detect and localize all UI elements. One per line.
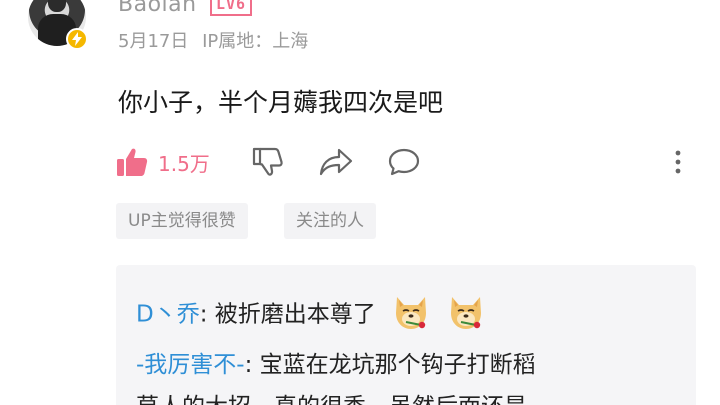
doge-rose-emoji-icon bbox=[446, 293, 486, 337]
reply-item: 草人的大招，真的很秀，虽然后面还是 bbox=[136, 387, 527, 405]
comment-meta: 5月17日 IP属地：上海 bbox=[118, 27, 308, 53]
reply-text: 草人的大招，真的很秀，虽然后面还是 bbox=[136, 394, 527, 405]
reply-separator: : bbox=[244, 352, 260, 378]
share-icon bbox=[319, 148, 353, 176]
avatar-head bbox=[48, 0, 66, 12]
action-bar: 1.5万 bbox=[116, 145, 696, 179]
doge-rose-emoji-icon bbox=[391, 293, 431, 337]
dislike-button[interactable] bbox=[252, 145, 284, 179]
reply-author[interactable]: -我厉害不- bbox=[136, 352, 245, 378]
tag-up-liked: UP主觉得很赞 bbox=[116, 203, 248, 239]
level-badge: LV6 bbox=[210, 0, 253, 16]
reply-button[interactable] bbox=[387, 145, 421, 179]
share-button[interactable] bbox=[319, 145, 353, 179]
username[interactable]: Baolan bbox=[118, 0, 197, 17]
reply-text: 被折磨出本尊了 bbox=[214, 301, 376, 328]
thumbs-up-icon bbox=[117, 148, 148, 176]
reply-item[interactable]: D丶乔: 被折磨出本尊了 bbox=[136, 293, 486, 337]
vertical-dots-icon bbox=[675, 150, 681, 174]
thumbs-down-icon bbox=[252, 147, 283, 176]
comment-text: 你小子，半个月薅我四次是吧 bbox=[118, 88, 444, 117]
lightning-badge-icon bbox=[66, 28, 88, 50]
ip-location: IP属地：上海 bbox=[202, 31, 309, 52]
comment-screen: Baolan LV6 5月17日 IP属地：上海 你小子，半个月薅我四次是吧 1… bbox=[0, 0, 720, 405]
reply-text: 宝蓝在龙坑那个钩子打断稻 bbox=[259, 352, 536, 378]
like-button[interactable]: 1.5万 bbox=[116, 145, 210, 179]
reply-author[interactable]: D丶乔 bbox=[136, 302, 200, 328]
like-count: 1.5万 bbox=[158, 151, 210, 176]
more-options-button[interactable] bbox=[672, 145, 684, 179]
comment-date: 5月17日 bbox=[118, 31, 189, 52]
speech-bubble-icon bbox=[388, 148, 420, 176]
replies-preview[interactable]: D丶乔: 被折磨出本尊了 -我厉害不-: 宝蓝在龙坑那个钩子打断稻 bbox=[116, 265, 696, 405]
reply-item[interactable]: -我厉害不-: 宝蓝在龙坑那个钩子打断稻 bbox=[136, 345, 536, 379]
tag-followed: 关注的人 bbox=[284, 203, 376, 239]
reply-separator: : bbox=[199, 301, 215, 328]
